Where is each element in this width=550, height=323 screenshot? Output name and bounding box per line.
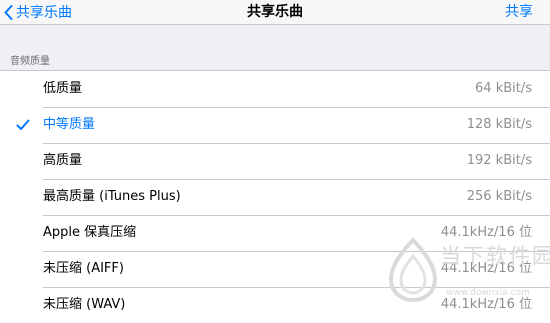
- option-high-quality[interactable]: 高质量 192 kBit/s: [0, 143, 550, 179]
- option-value: 128 kBit/s: [466, 117, 532, 132]
- option-value: 44.1kHz/16 位: [440, 297, 532, 312]
- option-label: 高质量: [43, 153, 83, 168]
- page-title: 共享乐曲: [247, 4, 303, 20]
- option-value: 44.1kHz/16 位: [440, 225, 532, 240]
- option-low-quality[interactable]: 低质量 64 kBit/s: [0, 71, 550, 107]
- option-label: 中等质量: [43, 117, 96, 132]
- option-value: 256 kBit/s: [466, 189, 532, 204]
- option-uncompressed-aiff[interactable]: 未压缩 (AIFF) 44.1kHz/16 位: [0, 251, 550, 287]
- option-label: Apple 保真压缩: [43, 225, 137, 240]
- option-label: 低质量: [43, 81, 83, 96]
- back-button[interactable]: 共享乐曲: [4, 2, 72, 22]
- option-value: 44.1kHz/16 位: [440, 261, 532, 276]
- option-uncompressed-wav[interactable]: 未压缩 (WAV) 44.1kHz/16 位: [0, 287, 550, 323]
- option-value: 192 kBit/s: [466, 153, 532, 168]
- option-medium-quality[interactable]: 中等质量 128 kBit/s: [0, 107, 550, 143]
- option-label: 未压缩 (AIFF): [43, 261, 124, 276]
- audio-quality-list: 低质量 64 kBit/s 中等质量 128 kBit/s 高质量 192 kB…: [0, 70, 550, 323]
- option-label: 最高质量 (iTunes Plus): [43, 189, 181, 204]
- chevron-left-icon: [4, 4, 13, 20]
- section-header-audio-quality: 音频质量: [10, 56, 50, 67]
- navigation-bar: 共享乐曲 共享乐曲 共享: [0, 0, 550, 25]
- checkmark-icon: [16, 119, 30, 130]
- option-label: 未压缩 (WAV): [43, 297, 126, 312]
- back-button-label: 共享乐曲: [16, 5, 72, 21]
- option-highest-quality[interactable]: 最高质量 (iTunes Plus) 256 kBit/s: [0, 179, 550, 215]
- share-button[interactable]: 共享: [505, 2, 533, 22]
- option-apple-lossless[interactable]: Apple 保真压缩 44.1kHz/16 位: [0, 215, 550, 251]
- option-value: 64 kBit/s: [475, 81, 532, 96]
